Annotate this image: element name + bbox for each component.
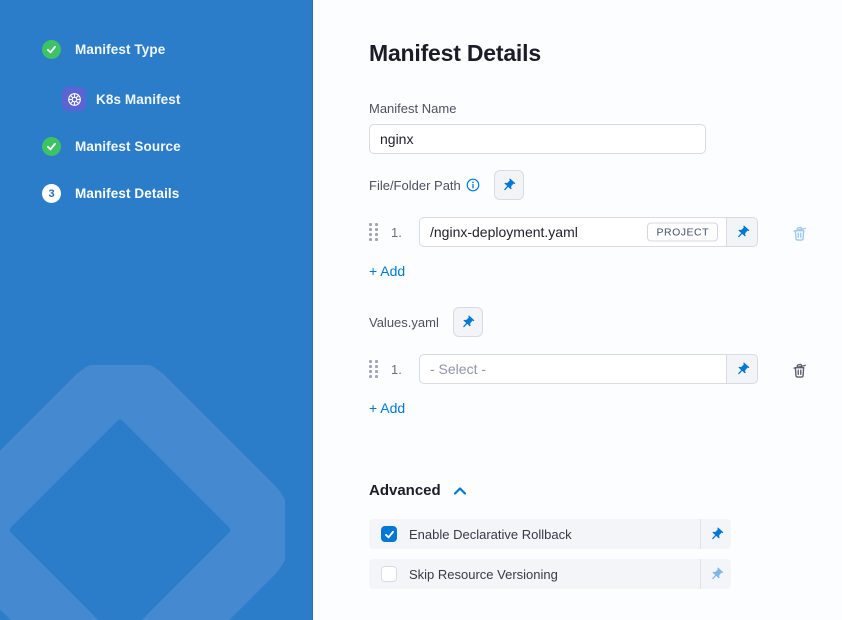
pin-icon (731, 358, 752, 379)
drag-handle-icon[interactable] (369, 223, 378, 241)
declarative-rollback-checkbox[interactable] (381, 526, 397, 542)
file-path-value: /nginx-deployment.yaml (430, 224, 578, 240)
file-folder-path-row: 1. /nginx-deployment.yaml PROJECT (369, 217, 842, 247)
declarative-rollback-label: Enable Declarative Rollback (409, 527, 572, 542)
row-index: 1. (391, 225, 407, 240)
scope-badge: PROJECT (647, 223, 718, 242)
values-yaml-row: 1. - Select - (369, 354, 842, 384)
step-manifest-details[interactable]: 3 Manifest Details (42, 184, 312, 203)
pin-icon (731, 221, 752, 242)
row-index: 1. (391, 362, 407, 377)
pin-icon (705, 563, 726, 584)
substep-label: K8s Manifest (96, 92, 180, 107)
step-label: Manifest Details (75, 186, 179, 201)
delete-values-row-button[interactable] (790, 360, 809, 379)
harness-logo-watermark (0, 365, 285, 620)
values-yaml-header: Values.yaml (369, 307, 842, 337)
step-manifest-source[interactable]: Manifest Source (42, 137, 312, 156)
file-folder-path-header: File/Folder Path (369, 170, 842, 200)
step-label: Manifest Source (75, 139, 181, 154)
kubernetes-icon (62, 87, 86, 111)
file-folder-path-label: File/Folder Path (369, 178, 461, 193)
substep-k8s-manifest[interactable]: K8s Manifest (62, 87, 312, 111)
step-number-badge: 3 (42, 184, 61, 203)
check-circle-icon (42, 137, 61, 156)
delete-file-path-button[interactable] (790, 223, 809, 242)
file-path-input-group: /nginx-deployment.yaml PROJECT (419, 217, 758, 247)
values-select-input[interactable]: - Select - (419, 354, 727, 384)
wizard-steps: Manifest Type K8s Manife (0, 0, 312, 203)
file-path-input[interactable]: /nginx-deployment.yaml PROJECT (419, 217, 727, 247)
values-select-placeholder: - Select - (430, 361, 486, 377)
page-title: Manifest Details (369, 40, 842, 67)
manifest-name-label: Manifest Name (369, 101, 842, 116)
manifest-details-wizard: Manifest Type K8s Manife (0, 0, 842, 620)
manifest-name-input[interactable] (369, 124, 706, 154)
values-pin-button[interactable] (726, 354, 758, 384)
add-file-path-link[interactable]: + Add (369, 263, 405, 279)
skip-resource-versioning-pin-button[interactable] (701, 559, 731, 589)
chevron-up-icon (453, 486, 467, 496)
values-yaml-label: Values.yaml (369, 315, 439, 330)
values-yaml-pin-button[interactable] (453, 307, 483, 337)
add-values-yaml-link[interactable]: + Add (369, 400, 405, 416)
declarative-rollback-pin-button[interactable] (701, 519, 731, 549)
pin-icon (498, 174, 519, 195)
values-select-group: - Select - (419, 354, 758, 384)
manifest-details-form: Manifest Details Manifest Name File/Fold… (313, 0, 842, 620)
pin-icon (457, 311, 478, 332)
advanced-title: Advanced (369, 482, 441, 499)
file-path-pin-button[interactable] (726, 217, 758, 247)
skip-resource-versioning-row: Skip Resource Versioning (369, 559, 731, 589)
pin-icon (705, 523, 726, 544)
declarative-rollback-row: Enable Declarative Rollback (369, 519, 731, 549)
file-folder-path-pin-button[interactable] (494, 170, 524, 200)
step-manifest-type[interactable]: Manifest Type (42, 40, 312, 59)
skip-resource-versioning-label: Skip Resource Versioning (409, 567, 558, 582)
step-label: Manifest Type (75, 42, 165, 57)
check-circle-icon (42, 40, 61, 59)
skip-resource-versioning-checkbox[interactable] (381, 566, 397, 582)
wizard-sidebar: Manifest Type K8s Manife (0, 0, 313, 620)
drag-handle-icon[interactable] (369, 360, 378, 378)
info-icon[interactable] (466, 178, 480, 192)
advanced-section-toggle[interactable]: Advanced (369, 482, 842, 499)
